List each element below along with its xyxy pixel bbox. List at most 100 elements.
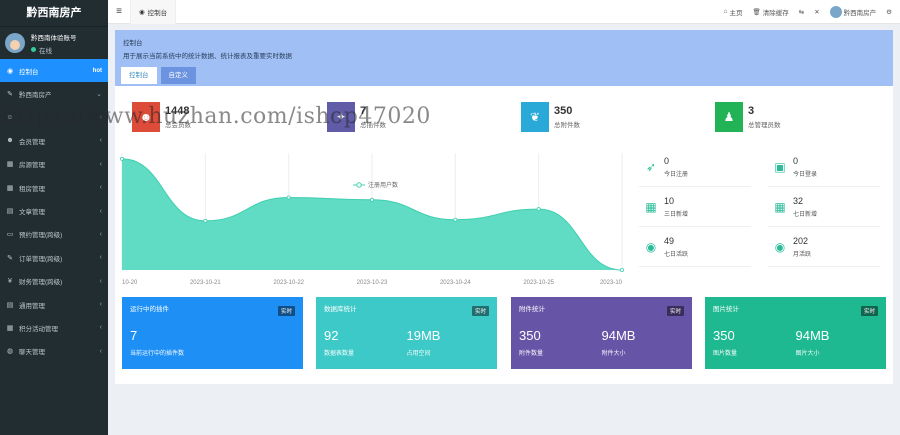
sidebar-item-label: 会员管理 xyxy=(19,138,45,146)
sidebar-item[interactable]: ✎ 订单管理(跨级) ‹ xyxy=(0,246,108,269)
brand-title[interactable]: 黔西南房产 xyxy=(0,0,108,27)
dashboard-icon: ◉ xyxy=(6,67,14,75)
fullscreen-icon[interactable]: ✕ xyxy=(814,8,819,16)
card-subtitle: 图片数量 xyxy=(713,351,738,357)
sidebar-item[interactable]: ▦ 积分活动管理 ‹ xyxy=(0,316,108,339)
chevron-icon: ‹ xyxy=(99,254,102,262)
data-point[interactable] xyxy=(203,218,208,223)
summary-card: 运行中的插件 实时 7 当前运行中的插件数 xyxy=(122,297,303,369)
tab-custom[interactable]: 自定义 xyxy=(160,67,196,84)
sidebar-item[interactable]: ▤ 通用管理 ‹ xyxy=(0,293,108,316)
card-value: 350 xyxy=(519,328,541,343)
mini-stat-label: 月活跃 xyxy=(793,251,812,258)
top-navbar: ≡ ◉ 控制台 ⌂ 主页 🗑 清除缓存 ⇆ ✕ 黔西南房产 ⚙ xyxy=(108,0,900,24)
mini-stat: ➶ 0 今日注册 xyxy=(639,147,751,187)
home-link[interactable]: ⌂ 主页 xyxy=(724,7,743,17)
translate-icon[interactable]: ⇆ xyxy=(799,8,804,16)
mini-stat-value: 0 xyxy=(793,155,799,166)
realtime-badge: 实时 xyxy=(471,306,489,316)
sidebar: 黔西南房产 黔西南体验账号 在线 ◉ 控制台 hot ✎ 黔西南房产 ⌄ ☺ ‹ ☻ 会员管理 ‹ ▦… xyxy=(0,0,108,435)
calendar-plus-icon: ▦ xyxy=(774,199,786,214)
x-tick-label: 2023-10 xyxy=(600,280,623,286)
sidebar-item[interactable]: ▤ 文章管理 ‹ xyxy=(0,199,108,222)
sidebar-item[interactable]: ▦ 房源管理 ‹ xyxy=(0,153,108,176)
user-circle-icon: ◉ xyxy=(774,239,786,254)
card-subtitle: 占用空间 xyxy=(406,351,431,357)
clear-cache-button[interactable]: 🗑 清除缓存 xyxy=(753,7,789,17)
chat-icon: ◍ xyxy=(6,348,14,356)
file-icon: ▤ xyxy=(6,208,14,216)
calendar-icon: ▦ xyxy=(645,199,657,214)
mini-stat-value: 202 xyxy=(793,235,809,246)
card-title: 数据库统计 xyxy=(324,306,357,313)
user-panel: 黔西南体验账号 在线 xyxy=(0,28,108,58)
sidebar-item[interactable]: ¥ 财务管理(跨级) ‹ xyxy=(0,270,108,293)
user-name: 黔西南体验账号 xyxy=(31,34,77,42)
grid-icon: ▦ xyxy=(6,161,14,169)
card-value: 19MB xyxy=(406,328,441,343)
sidebar-item[interactable]: ✎ 黔西南房产 ⌄ xyxy=(0,82,108,105)
realtime-badge: 实时 xyxy=(277,306,295,316)
mini-stat: ▦ 32 七日新增 xyxy=(768,187,880,227)
sidebar-item-label: 租房管理 xyxy=(19,185,45,193)
sidebar-item[interactable]: ◍ 聊天管理 ‹ xyxy=(0,340,108,363)
data-point[interactable] xyxy=(453,217,458,222)
summary-card: 附件统计 实时 350 附件数量 94MB 附件大小 xyxy=(511,297,692,369)
chevron-icon: ‹ xyxy=(99,230,102,238)
mini-stat-label: 七日新增 xyxy=(793,211,818,218)
sidebar-item-label: 文章管理 xyxy=(19,209,45,217)
home-icon: ⌂ xyxy=(723,8,728,15)
realtime-badge: 实时 xyxy=(666,306,684,316)
sidebar-item-label: 通用管理 xyxy=(19,302,45,310)
data-point[interactable] xyxy=(286,195,291,200)
x-tick-label: 2023-10-21 xyxy=(190,280,221,286)
sidebar-item[interactable]: ☻ 会员管理 ‹ xyxy=(0,129,108,152)
chevron-icon: ‹ xyxy=(99,324,102,332)
banner-description: 用于展示当前系统中的统计数据、统计报表及重要实时数据 xyxy=(123,53,292,60)
registration-area-chart: 10-20 2023-10-21 2023-10-22 2023-10-23 2023-… xyxy=(120,153,624,286)
sidebar-item[interactable]: ◉ 控制台 hot xyxy=(0,59,108,83)
id-card-icon: ▣ xyxy=(774,159,786,174)
chevron-icon: ‹ xyxy=(99,207,102,215)
mini-stat-value: 49 xyxy=(664,235,675,246)
grid-icon: ▦ xyxy=(6,324,14,332)
main-content: 控制台 用于展示当前系统中的统计数据、统计报表及重要实时数据 控制台 自定义 ☻… xyxy=(115,30,893,384)
user-status: 在线 xyxy=(31,45,77,55)
money-icon: ¥ xyxy=(8,277,12,285)
x-tick-label: 10-20 xyxy=(122,280,138,286)
sidebar-item-label: 房源管理 xyxy=(19,162,45,170)
card-subtitle: 数据表数量 xyxy=(324,351,355,357)
legend-label[interactable]: 注册用户数 xyxy=(368,181,398,189)
data-point[interactable] xyxy=(536,207,541,212)
users-icon: ☻ xyxy=(6,137,14,145)
chevron-icon: ‹ xyxy=(99,184,102,192)
summary-card: 图片统计 实时 350 图片数量 94MB 图片大小 xyxy=(705,297,886,369)
trash-icon: 🗑 xyxy=(752,8,761,16)
data-point[interactable] xyxy=(369,197,374,202)
legend-dot-icon xyxy=(356,182,362,188)
user-menu[interactable]: 黔西南房产 xyxy=(829,5,876,18)
data-point[interactable] xyxy=(619,268,624,273)
sidebar-item-label: 聊天管理 xyxy=(19,349,45,357)
card-value: 7 xyxy=(130,328,138,343)
chevron-icon: ‹ xyxy=(99,277,102,285)
mini-stat: ◉ 49 七日活跃 xyxy=(639,227,751,267)
mini-stat-label: 今日注册 xyxy=(664,171,689,178)
tab-dashboard[interactable]: ◉ 控制台 xyxy=(130,0,177,24)
sidebar-item-label: 财务管理(跨级) xyxy=(19,279,63,287)
sidebar-item[interactable]: ▭ 预约管理(跨级) ‹ xyxy=(0,223,108,246)
dashboard-icon: ◉ xyxy=(139,8,145,16)
menu-toggle-icon[interactable]: ≡ xyxy=(108,6,130,17)
x-tick-label: 2023-10-24 xyxy=(440,280,471,286)
card-subtitle: 附件数量 xyxy=(519,351,544,357)
card-title: 图片统计 xyxy=(713,306,739,313)
card-title: 附件统计 xyxy=(519,306,545,313)
tab-dashboard[interactable]: 控制台 xyxy=(121,67,157,84)
settings-icon[interactable]: ⚙ xyxy=(886,8,892,16)
chevron-icon: ‹ xyxy=(99,301,102,309)
data-point[interactable] xyxy=(120,156,124,161)
sidebar-item[interactable]: ▦ 租房管理 ‹ xyxy=(0,176,108,199)
rocket-icon: ➶ xyxy=(645,159,657,174)
x-tick-label: 2023-10-25 xyxy=(523,280,554,286)
x-tick-label: 2023-10-22 xyxy=(273,280,304,286)
